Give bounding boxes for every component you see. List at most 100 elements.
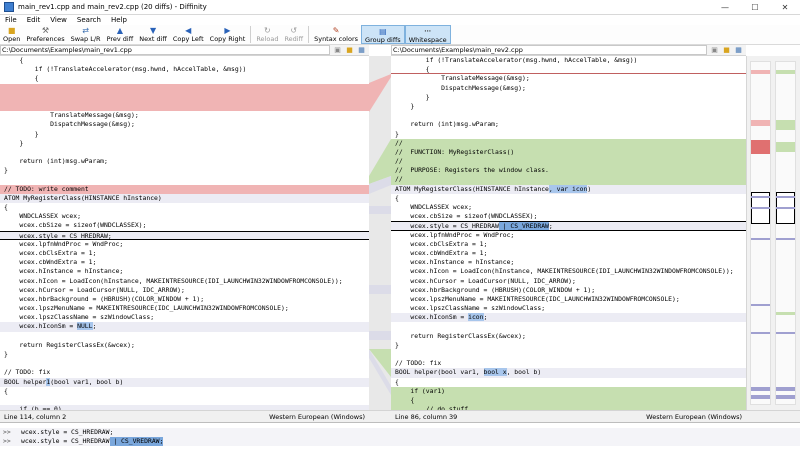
code-line: {: [4, 74, 39, 83]
compare-left-text: wcex.style = CS_HREDRAW;: [21, 428, 114, 436]
code-line-changed: ATOM MyRegisterClass(HINSTANCE hInstance…: [391, 184, 746, 194]
code-line: wcex.cbWndExtra = 1;: [395, 248, 488, 257]
left-encoding[interactable]: Western European (Windows): [269, 413, 365, 421]
copy-left-label: Copy Left: [172, 35, 204, 43]
overview-marker: [751, 304, 770, 306]
compare-right-text: wcex.style = CS_HREDRAW: [21, 437, 110, 445]
toolbar-separator: [250, 26, 252, 43]
overview-marker: [776, 70, 795, 74]
save-icon[interactable]: ▦: [734, 46, 743, 55]
reload-button[interactable]: ↻ Reload: [253, 25, 281, 44]
window-title: main_rev1.cpp and main_rev2.cpp (20 diff…: [18, 3, 207, 11]
rediff-button[interactable]: ↺ Rediff: [281, 25, 306, 44]
code-line-changed: wcex.hIconSm = NULL;: [0, 322, 369, 332]
copy-left-button[interactable]: ◀ Copy Left: [170, 25, 207, 44]
code-line: }: [395, 340, 399, 349]
right-encoding[interactable]: Western European (Windows): [646, 413, 742, 421]
right-overview-column[interactable]: [775, 61, 796, 405]
whitespace-button[interactable]: ··· Whitespace: [404, 25, 451, 44]
code-line: wcex.hInstance = hInstance;: [4, 267, 124, 276]
arrow-right-icon: ▶: [224, 26, 231, 35]
brush-icon: ✎: [332, 26, 340, 35]
menu-edit[interactable]: Edit: [22, 15, 46, 25]
group-diffs-button[interactable]: ▤ Group diffs: [361, 25, 405, 44]
overview-marker: [751, 70, 770, 74]
overview-marker: [751, 120, 770, 126]
swap-button[interactable]: ⇄ Swap L/R: [68, 25, 104, 44]
code-line: wcex.lpszClassName = szWindowClass;: [395, 304, 546, 313]
diff-overview-map[interactable]: [746, 56, 800, 410]
maximize-button[interactable]: ☐: [740, 0, 770, 15]
syntax-colors-label: Syntax colors: [314, 35, 359, 43]
file-icon[interactable]: ▣: [333, 46, 342, 55]
line-marker: >>: [3, 437, 11, 445]
folder-icon[interactable]: ■: [722, 46, 731, 55]
minimize-button[interactable]: —: [710, 0, 740, 15]
code-line-added: {: [391, 395, 746, 406]
code-line: if (!TranslateAccelerator(msg.hwnd, hAcc…: [4, 65, 247, 74]
overview-marker: [751, 140, 770, 154]
toolbar-separator: [308, 26, 310, 43]
overview-marker: [776, 120, 795, 130]
overview-marker: [776, 142, 795, 152]
code-line: // TODO: fix: [4, 368, 51, 377]
left-status-bar: Line 114, column 2 Western European (Win…: [0, 410, 369, 422]
folder-icon[interactable]: ■: [345, 46, 354, 55]
code-line: if (!TranslateAccelerator(msg.hwnd, hAcc…: [395, 56, 638, 64]
menu-view[interactable]: View: [45, 15, 72, 25]
wrench-icon: ⚒: [41, 26, 50, 35]
code-line: {: [391, 65, 746, 75]
folder-icon: ■: [7, 26, 16, 35]
file-icon[interactable]: ▣: [710, 46, 719, 55]
overview-marker: [751, 332, 770, 334]
menu-file[interactable]: File: [0, 15, 22, 25]
code-line: wcex.cbClsExtra = 1;: [395, 239, 488, 248]
overview-marker: [751, 395, 770, 399]
overview-marker: [776, 312, 795, 315]
code-line: wcex.hIcon = LoadIcon(hInstance, MAKEINT…: [4, 276, 343, 285]
code-line: }: [4, 166, 8, 175]
right-path-input[interactable]: [391, 45, 707, 55]
prev-diff-button[interactable]: ▲ Prev diff: [104, 25, 137, 44]
code-line-current: wcex.style = CS_HREDRAW | CS_VREDRAW;: [391, 221, 746, 231]
prev-diff-label: Prev diff: [106, 35, 134, 43]
right-cursor-position: Line 86, column 39: [395, 412, 458, 421]
code-line: {: [4, 203, 8, 211]
code-line: wcex.hbrBackground = (HBRUSH)(COLOR_WIND…: [4, 294, 205, 303]
right-editor[interactable]: if (!TranslateAccelerator(msg.hwnd, hAcc…: [391, 56, 746, 410]
menu-search[interactable]: Search: [72, 15, 106, 25]
code-line: wcex.cbSize = sizeof(WNDCLASSEX);: [4, 221, 147, 230]
code-line: }: [4, 129, 39, 138]
close-button[interactable]: ✕: [770, 0, 800, 15]
menu-bar: File Edit View Search Help: [0, 15, 800, 25]
left-overview-column[interactable]: [750, 61, 771, 405]
open-button[interactable]: ■ Open: [0, 25, 23, 44]
overview-marker: [776, 332, 795, 334]
code-line: }: [395, 92, 430, 101]
reload-icon: ↻: [264, 26, 271, 35]
syntax-colors-button[interactable]: ✎ Syntax colors: [311, 25, 361, 44]
left-editor[interactable]: { if (!TranslateAccelerator(msg.hwnd, hA…: [0, 56, 369, 410]
left-path-input[interactable]: [0, 45, 330, 55]
code-line: wcex.cbSize = sizeof(WNDCLASSEX);: [395, 212, 538, 221]
code-line: return RegisterClassEx(&wcex);: [395, 331, 526, 340]
code-line: wcex.cbWndExtra = 1;: [4, 258, 97, 267]
preferences-button[interactable]: ⚒ Preferences: [23, 25, 67, 44]
whitespace-icon: ···: [424, 28, 432, 35]
code-line-removed: // TODO: write comment: [0, 184, 369, 194]
code-line-added: //: [391, 138, 746, 148]
save-icon[interactable]: ▦: [357, 46, 366, 55]
toolbar: ■ Open ⚒ Preferences ⇄ Swap L/R ▲ Prev diff …: [0, 25, 800, 45]
copy-right-button[interactable]: ▶ Copy Right: [207, 25, 249, 44]
overview-marker: [776, 395, 795, 399]
overview-marker: [751, 238, 770, 240]
code-line: }: [395, 129, 399, 138]
code-line: DispatchMessage(&msg);: [395, 83, 526, 92]
menu-help[interactable]: Help: [106, 15, 132, 25]
next-diff-button[interactable]: ▼ Next diff: [136, 25, 170, 44]
arrow-left-icon: ◀: [185, 26, 192, 35]
